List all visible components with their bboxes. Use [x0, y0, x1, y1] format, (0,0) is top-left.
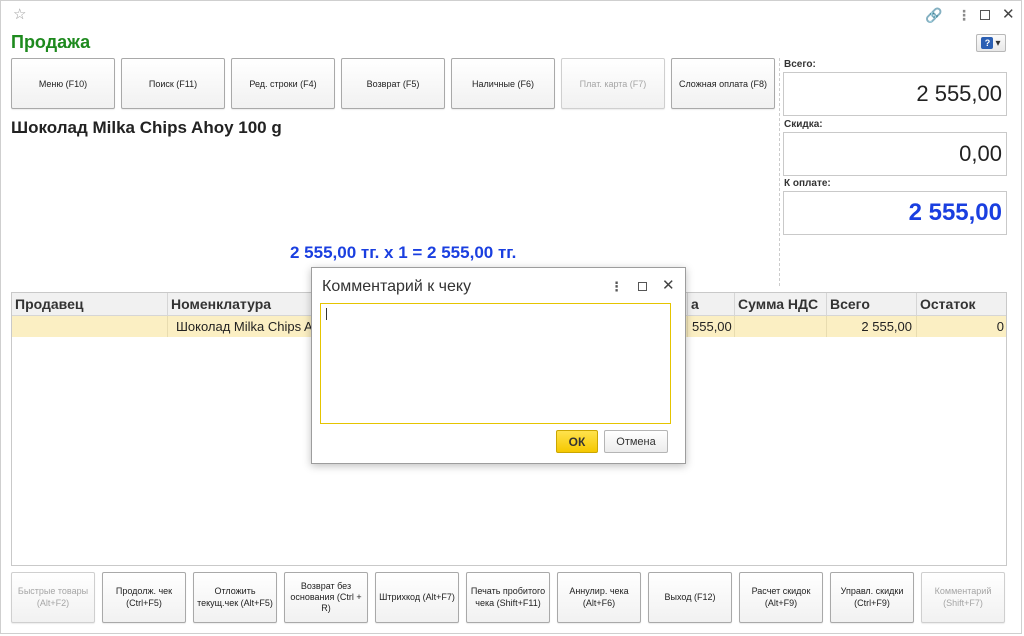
dialog-title: Комментарий к чеку	[322, 278, 472, 295]
text-caret	[326, 308, 327, 320]
cash-button[interactable]: Наличные (F6)	[451, 58, 555, 109]
price-line: 2 555,00 тг. х 1 = 2 555,00 тг.	[290, 243, 517, 262]
edit-row-button[interactable]: Ред. строки (F4)	[231, 58, 335, 109]
cell-sum: 555,00	[687, 316, 734, 337]
page-title: Продажа	[11, 32, 91, 52]
close-icon[interactable]: ✕	[662, 276, 675, 294]
total-field: 2 555,00	[783, 72, 1007, 116]
column-header-sum[interactable]: а	[687, 293, 734, 315]
comment-dialog: Комментарий к чеку ⋮ ✕ ОК Отмена	[311, 267, 686, 464]
cancel-button[interactable]: Отмена	[604, 430, 668, 453]
card-payment-button[interactable]: Плат. карта (F7)	[561, 58, 665, 109]
more-vertical-icon[interactable]: ⋮	[957, 7, 971, 24]
comment-button[interactable]: Комментарий (Shift+F7)	[921, 572, 1005, 623]
barcode-button[interactable]: Штрихкод (Alt+F7)	[375, 572, 459, 623]
complex-payment-button[interactable]: Сложная оплата (F8)	[671, 58, 775, 109]
cell-total: 2 555,00	[826, 316, 916, 337]
cell-vat	[734, 316, 826, 337]
exit-button[interactable]: Выход (F12)	[648, 572, 732, 623]
help-icon: ?	[981, 37, 994, 49]
link-icon[interactable]: 🔗	[925, 7, 942, 24]
cell-seller	[12, 316, 167, 337]
return-button[interactable]: Возврат (F5)	[341, 58, 445, 109]
to-pay-field: 2 555,00	[783, 191, 1007, 235]
quick-items-button[interactable]: Быстрые товары (Alt+F2)	[11, 572, 95, 623]
to-pay-label: К оплате:	[784, 178, 831, 189]
search-button[interactable]: Поиск (F11)	[121, 58, 225, 109]
column-header-vat[interactable]: Сумма НДС	[734, 293, 826, 315]
total-label: Всего:	[784, 59, 816, 70]
comment-input[interactable]	[320, 303, 671, 424]
manage-discounts-button[interactable]: Управл. скидки (Ctrl+F9)	[830, 572, 914, 623]
column-header-seller[interactable]: Продавец	[12, 293, 167, 315]
chevron-down-icon: ▾	[995, 37, 1001, 49]
maximize-icon[interactable]	[638, 282, 647, 291]
discount-field: 0,00	[783, 132, 1007, 176]
ok-button[interactable]: ОК	[556, 430, 598, 453]
divider	[779, 58, 780, 286]
column-header-stock[interactable]: Остаток	[916, 293, 1008, 315]
column-header-total[interactable]: Всего	[826, 293, 916, 315]
cancel-receipt-button[interactable]: Аннулир. чека (Alt+F6)	[557, 572, 641, 623]
print-receipt-button[interactable]: Печать пробитого чека (Shift+F11)	[466, 572, 550, 623]
continue-receipt-button[interactable]: Продолж. чек (Ctrl+F5)	[102, 572, 186, 623]
star-icon[interactable]: ☆	[13, 5, 26, 23]
postpone-receipt-button[interactable]: Отложить текущ.чек (Alt+F5)	[193, 572, 277, 623]
more-vertical-icon[interactable]: ⋮	[610, 279, 623, 295]
product-name: Шоколад Milka Chips Ahoy 100 g	[11, 118, 282, 137]
cell-stock: 0	[916, 316, 1008, 337]
help-button[interactable]: ? ▾	[976, 34, 1006, 52]
maximize-icon[interactable]	[980, 10, 990, 20]
close-icon[interactable]: ✕	[1002, 5, 1015, 23]
menu-button[interactable]: Меню (F10)	[11, 58, 115, 109]
sales-window: ☆ 🔗 ⋮ ✕ Продажа ? ▾ Меню (F10) Поиск (F1…	[0, 0, 1022, 634]
calc-discounts-button[interactable]: Расчет скидок (Alt+F9)	[739, 572, 823, 623]
discount-label: Скидка:	[784, 119, 823, 130]
return-without-basis-button[interactable]: Возврат без основания (Ctrl + R)	[284, 572, 368, 623]
